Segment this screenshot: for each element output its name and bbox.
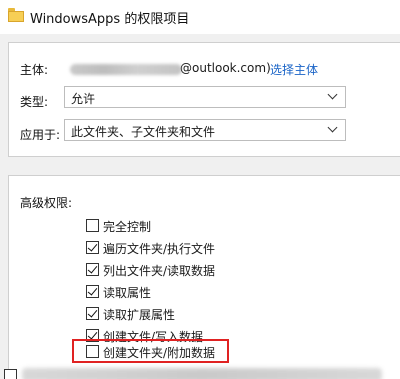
bottom-option-checkbox[interactable] xyxy=(4,369,17,379)
type-label: 类型: xyxy=(20,95,49,109)
red-highlight-box xyxy=(72,339,229,363)
applies-to-select-value: 此文件夹、子文件夹和文件 xyxy=(71,125,216,139)
principal-redacted-name xyxy=(70,64,182,75)
type-select[interactable]: 允许 xyxy=(64,86,346,108)
principal-value: @outlook.com) xyxy=(180,61,271,75)
applies-to-select[interactable]: 此文件夹、子文件夹和文件 xyxy=(64,119,346,141)
permission-label: 读取扩展属性 xyxy=(103,308,176,322)
permission-checkbox[interactable] xyxy=(86,285,99,298)
chevron-down-icon xyxy=(328,124,337,133)
permission-checkbox[interactable] xyxy=(86,307,99,320)
bottom-option-label-obscured xyxy=(22,368,382,379)
applies-to-label: 应用于: xyxy=(20,128,61,142)
principal-label: 主体: xyxy=(20,63,49,77)
type-select-value: 允许 xyxy=(71,92,96,106)
select-principal-link[interactable]: 选择主体 xyxy=(270,61,318,78)
permission-checkbox[interactable] xyxy=(86,263,99,276)
permission-label: 遍历文件夹/执行文件 xyxy=(103,242,216,256)
window-title: WindowsApps 的权限项目 xyxy=(30,12,190,27)
chevron-down-icon xyxy=(328,91,337,100)
permission-checkbox[interactable] xyxy=(86,219,99,232)
permission-checkbox[interactable] xyxy=(86,241,99,254)
permission-label: 列出文件夹/读取数据 xyxy=(103,264,216,278)
advanced-permissions-title: 高级权限: xyxy=(20,196,73,210)
title-bar: WindowsApps 的权限项目 xyxy=(0,0,400,34)
permission-label: 读取属性 xyxy=(103,286,152,300)
folder-icon xyxy=(8,8,24,22)
permission-label: 完全控制 xyxy=(103,220,152,234)
